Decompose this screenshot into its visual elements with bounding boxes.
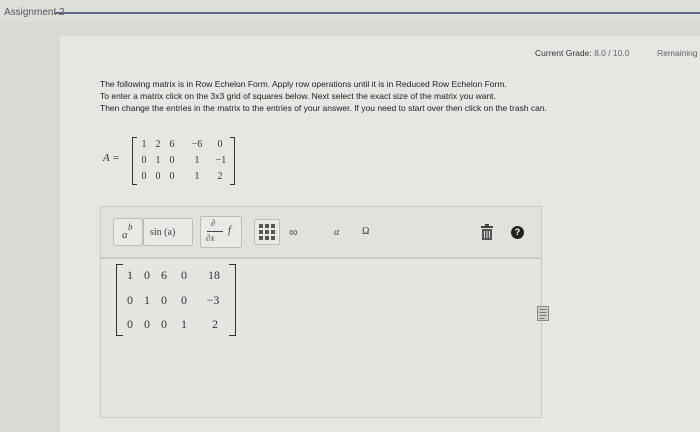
- answer-cell[interactable]: 1: [124, 268, 136, 283]
- given-cell: 1: [155, 155, 161, 166]
- document-icon[interactable]: [537, 306, 549, 326]
- infinity-button[interactable]: ∞: [289, 225, 298, 239]
- fraction-bar: [207, 231, 223, 232]
- current-grade: Current Grade: 8.0 / 10.0: [535, 48, 630, 58]
- derivative-button[interactable]: ∂ ∂x f: [200, 216, 242, 248]
- given-cell: 0: [141, 171, 147, 182]
- answer-cell[interactable]: 6: [158, 268, 170, 283]
- sin-label: sin (a): [150, 227, 176, 238]
- given-cell: 0: [169, 155, 175, 166]
- answer-cell[interactable]: 0: [124, 293, 136, 308]
- given-cell: −1: [215, 155, 227, 166]
- matrix-button[interactable]: [254, 219, 280, 245]
- given-cell: 1: [194, 155, 200, 166]
- right-bracket: [230, 137, 235, 185]
- answer-cell[interactable]: 2: [207, 317, 223, 332]
- given-cell: 0: [217, 139, 223, 150]
- instruction-line-3: Then change the entries in the matrix to…: [100, 103, 547, 113]
- given-cell: 2: [217, 171, 223, 182]
- answer-cell[interactable]: 0: [141, 317, 153, 332]
- instruction-line-1: The following matrix is in Row Echelon F…: [100, 79, 507, 89]
- given-cell: 1: [194, 171, 200, 182]
- trash-icon[interactable]: [480, 224, 494, 245]
- answer-cell[interactable]: 0: [141, 268, 153, 283]
- exponent-button[interactable]: a b: [113, 218, 143, 246]
- answer-cell[interactable]: 0: [158, 317, 170, 332]
- given-cell: 2: [155, 139, 161, 150]
- answer-cell[interactable]: 1: [141, 293, 153, 308]
- header-bar: [0, 0, 700, 22]
- given-cell: 6: [169, 139, 175, 150]
- answer-cell[interactable]: 1: [177, 317, 191, 332]
- left-bracket: [132, 137, 137, 185]
- matrix-a-label: A =: [103, 152, 120, 164]
- instruction-line-2: To enter a matrix click on the 3x3 grid …: [100, 91, 496, 101]
- derivative-denominator: ∂x: [206, 233, 215, 243]
- answer-cell[interactable]: 18: [203, 268, 225, 283]
- given-cell: 0: [155, 171, 161, 182]
- sin-button[interactable]: sin (a): [143, 218, 193, 246]
- derivative-function: f: [228, 224, 232, 236]
- remaining-label: Remaining: [657, 48, 698, 58]
- answer-right-bracket: [229, 264, 236, 336]
- answer-cell[interactable]: 0: [158, 293, 170, 308]
- answer-cell[interactable]: 0: [177, 293, 191, 308]
- answer-cell[interactable]: 0: [124, 317, 136, 332]
- given-cell: 0: [169, 171, 175, 182]
- help-icon[interactable]: ?: [511, 226, 524, 239]
- given-cell: −6: [191, 139, 203, 150]
- given-cell: 1: [141, 139, 147, 150]
- exponent-base: a: [122, 229, 128, 241]
- derivative-numerator: ∂: [211, 218, 216, 228]
- exponent-power: b: [128, 222, 133, 232]
- grade-label: Current Grade:: [535, 48, 592, 58]
- matrix-grid-icon: [259, 224, 275, 240]
- alpha-button[interactable]: α: [334, 227, 339, 238]
- answer-left-bracket: [116, 264, 123, 336]
- answer-cell[interactable]: −3: [201, 293, 225, 308]
- omega-button[interactable]: Ω: [362, 226, 369, 237]
- given-cell: 0: [141, 155, 147, 166]
- header-divider: [55, 12, 700, 14]
- grade-value: 8.0 / 10.0: [594, 48, 630, 58]
- answer-cell[interactable]: 0: [177, 268, 191, 283]
